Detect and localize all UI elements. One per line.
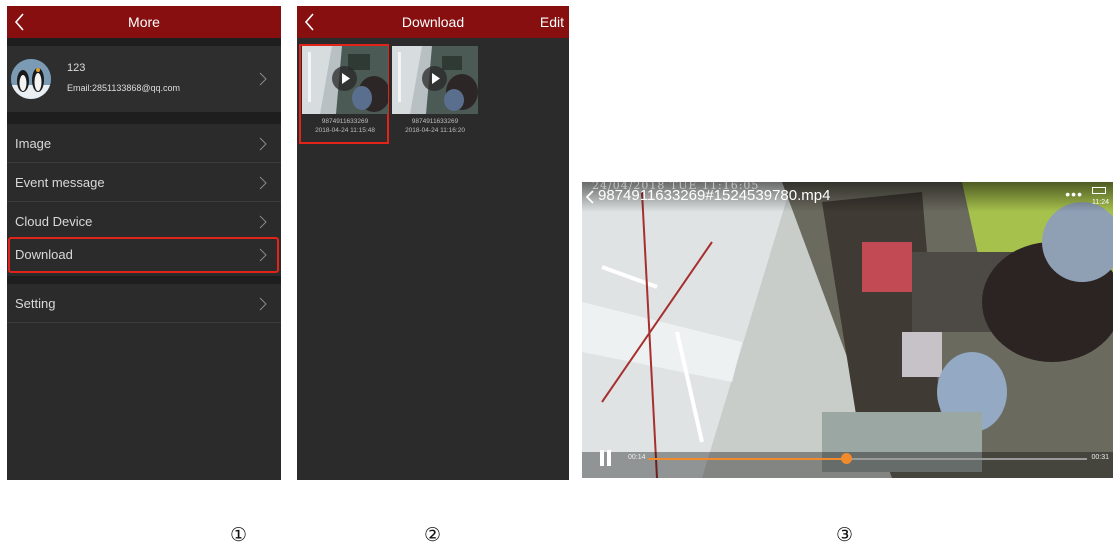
step-label-3: ③ (836, 524, 854, 546)
divider (7, 112, 281, 124)
play-icon[interactable] (422, 66, 447, 91)
divider (7, 276, 281, 284)
progress-knob[interactable] (840, 453, 852, 464)
chevron-right-icon (259, 215, 267, 229)
menu-item-event-message[interactable]: Event message (7, 163, 281, 202)
chevron-right-icon (259, 297, 267, 311)
edit-button[interactable]: Edit (540, 6, 564, 38)
profile-row[interactable]: 123 Email:2851133868@qq.com (7, 46, 281, 112)
play-icon[interactable] (332, 66, 357, 91)
video-id: 9874911633269 (411, 118, 459, 125)
video-thumbnail[interactable] (392, 46, 478, 114)
menu-item-label: Download (15, 247, 73, 262)
top-bar: More (7, 6, 281, 38)
profile-email: Email:2851133868@qq.com (67, 83, 181, 93)
page-title: Download (401, 14, 465, 30)
chevron-right-icon (259, 248, 267, 262)
menu-item-label: Image (15, 136, 52, 151)
step-label-1: ① (230, 524, 248, 546)
penguin-avatar-icon (11, 59, 51, 99)
progress-fill (648, 458, 846, 460)
divider (7, 38, 281, 46)
chevron-right-icon (259, 176, 267, 190)
chevron-right-icon (259, 72, 267, 86)
more-dots-icon[interactable]: ••• (1065, 186, 1083, 202)
player-top-bar: 24/04/2018 TUE 11:16:05 9874911633269#15… (582, 182, 1113, 212)
top-bar: Download Edit (297, 6, 569, 38)
menu-item-label: Event message (15, 175, 105, 190)
menu-item-download[interactable]: Download (7, 236, 281, 274)
menu-item-image[interactable]: Image (7, 124, 281, 163)
video-datetime: 2018-04-24 11:16:20 (405, 127, 465, 134)
profile-name: 123 (67, 62, 86, 74)
video-thumbnail[interactable] (302, 46, 388, 114)
avatar (11, 59, 51, 99)
pause-button[interactable] (600, 450, 612, 466)
chevron-right-icon (259, 137, 267, 151)
menu-item-setting[interactable]: Setting (7, 284, 281, 323)
video-filename: 9874911633269#1524539780.mp4 (598, 187, 831, 204)
page-title: More (128, 14, 160, 30)
more-screen: More 123 Email:2851133868@qq.com Image E… (7, 6, 281, 480)
menu-item-label: Setting (15, 296, 56, 311)
progress-bar[interactable] (648, 453, 1087, 464)
current-time: 00:14 (628, 454, 646, 461)
status-time: 11:24 (1092, 199, 1109, 206)
video-datetime: 2018-04-24 11:15:48 (315, 127, 375, 134)
video-id: 9874911633269 (321, 118, 369, 125)
total-time: 00:31 (1091, 454, 1109, 461)
step-label-2: ② (424, 524, 442, 546)
download-screen: Download Edit 9874911633269 2018-04-24 1… (297, 6, 569, 480)
video-player-screen: 24/04/2018 TUE 11:16:05 9874911633269#15… (582, 182, 1113, 478)
video-frame (582, 182, 1113, 478)
battery-icon (1092, 187, 1106, 194)
back-arrow-icon[interactable] (585, 190, 595, 204)
